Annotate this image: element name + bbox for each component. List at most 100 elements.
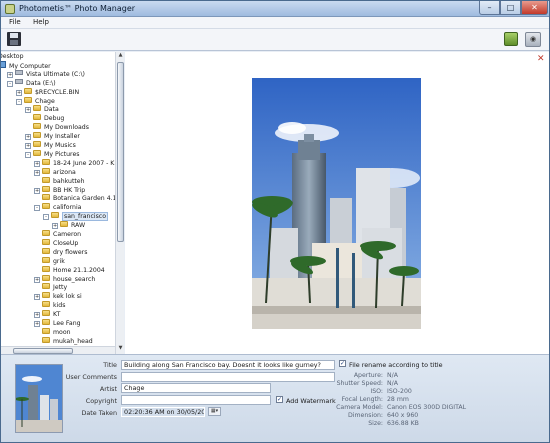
tree-item[interactable]: mukah_head xyxy=(34,336,93,346)
tree-horizontal-scrollbar[interactable] xyxy=(1,346,115,354)
size-value: 636.88 KB xyxy=(387,420,419,427)
tree-item[interactable]: kids xyxy=(34,301,65,310)
folder-tree[interactable]: DesktopMy Computer+Vista Ultimate (C:\)-… xyxy=(1,52,115,354)
maximize-button[interactable]: □ xyxy=(500,1,521,15)
artist-label: Artist xyxy=(99,385,117,393)
tree-item-label: dry flowers xyxy=(53,248,88,256)
close-button[interactable]: ✕ xyxy=(521,1,548,15)
folder-icon xyxy=(42,283,50,290)
tree-item[interactable]: - My Pictures xyxy=(25,149,79,159)
menu-file[interactable]: File xyxy=(9,18,21,26)
rename-checkbox[interactable]: ✓ xyxy=(339,360,346,367)
tree-item-label: moon xyxy=(53,328,71,336)
expand-icon[interactable]: + xyxy=(34,187,40,194)
artist-input[interactable]: Chage xyxy=(121,383,271,393)
date-taken-input[interactable]: 02:20:36 AM on 30/05/2005 xyxy=(121,407,205,417)
camera-model-value: Canon EOS 300D DIGITAL xyxy=(387,404,467,411)
tree-item[interactable]: + arizona xyxy=(34,167,76,177)
tree-item[interactable]: + Lee Fang xyxy=(34,319,81,328)
tree-item[interactable]: + $RECYCLE.BIN xyxy=(16,87,79,97)
tree-item[interactable]: + BB HK Trip xyxy=(34,185,85,195)
watermark-checkbox[interactable]: ✓ xyxy=(276,396,283,403)
tree-item[interactable]: - Data (E:\) xyxy=(7,78,56,88)
minimize-button[interactable]: – xyxy=(479,1,500,15)
tree-item[interactable]: + Vista Ultimate (C:\) xyxy=(7,69,85,79)
expand-icon[interactable]: + xyxy=(52,223,58,230)
drive-icon xyxy=(15,78,23,84)
tree-item[interactable]: - Chage xyxy=(16,96,55,106)
tree-item[interactable]: Desktop xyxy=(1,52,24,61)
collapse-icon[interactable]: - xyxy=(7,80,13,87)
scroll-thumb[interactable] xyxy=(117,62,124,242)
tree-item[interactable]: - san_francisco xyxy=(43,212,108,222)
tree-item[interactable]: bahkutteh xyxy=(34,176,85,186)
tree-item[interactable]: Debug xyxy=(25,114,64,123)
copyright-input[interactable] xyxy=(121,395,271,405)
save-icon[interactable] xyxy=(7,32,21,46)
aperture-value: N/A xyxy=(387,372,398,379)
tree-item[interactable]: +18-24 June 2007 - KK xyxy=(34,158,115,168)
expand-icon[interactable]: + xyxy=(34,169,40,176)
folder-icon xyxy=(42,256,50,263)
menu-help[interactable]: Help xyxy=(33,18,49,26)
folder-icon xyxy=(42,301,50,308)
camera-icon[interactable]: ◉ xyxy=(525,32,541,47)
tree-vertical-scrollbar[interactable]: ▲ ▼ xyxy=(115,52,124,354)
tree-item[interactable]: Botanica Garden 4.1.2 xyxy=(34,194,115,203)
expand-icon[interactable]: + xyxy=(25,134,31,141)
expand-icon[interactable]: + xyxy=(34,160,40,167)
aperture-label: Aperture: xyxy=(353,372,383,379)
tree-item[interactable]: dry flowers xyxy=(34,247,88,257)
collapse-icon[interactable]: - xyxy=(34,205,40,212)
collapse-icon[interactable]: - xyxy=(25,151,31,158)
folder-icon xyxy=(33,105,41,112)
tree-item[interactable]: Home 21.1.2004 xyxy=(34,265,105,275)
folder-icon xyxy=(33,114,41,121)
tree-item[interactable]: moon xyxy=(34,327,71,337)
tree-item[interactable]: + kek lok si xyxy=(34,292,82,301)
tree-item[interactable]: + Data xyxy=(25,105,59,114)
title-input[interactable]: Building along San Francisco bay. Doesnt… xyxy=(121,360,335,370)
expand-icon[interactable]: + xyxy=(34,294,40,301)
shutter-speed-label: Shutter Speed: xyxy=(336,380,383,387)
computer-icon xyxy=(1,60,6,68)
tree-item[interactable]: My Computer xyxy=(1,60,51,70)
expand-icon[interactable]: + xyxy=(25,107,31,114)
scroll-up-arrow-icon[interactable]: ▲ xyxy=(117,52,124,60)
tree-item[interactable]: CloseUp xyxy=(34,238,78,248)
menu-bar: File Help xyxy=(1,17,549,29)
expand-icon[interactable]: + xyxy=(34,321,40,327)
tree-item[interactable]: + house_search xyxy=(34,274,95,284)
tree-item-label: san_francisco xyxy=(62,212,108,222)
calendar-dropdown-icon[interactable]: ▦▾ xyxy=(208,407,221,416)
tree-item[interactable]: + KT xyxy=(34,310,60,319)
expand-icon[interactable]: + xyxy=(7,71,13,78)
expand-icon[interactable]: + xyxy=(34,276,40,283)
folder-icon xyxy=(33,123,41,130)
tree-item[interactable]: Cameron xyxy=(34,230,81,239)
tree-item-label: grik xyxy=(53,257,65,265)
tree-item[interactable]: My Downloads xyxy=(25,123,89,132)
expand-icon[interactable]: + xyxy=(25,143,31,149)
expand-icon[interactable]: + xyxy=(34,312,40,319)
folder-icon xyxy=(42,336,50,343)
tree-item-label: bahkutteh xyxy=(53,177,85,185)
date-taken-label: Date Taken xyxy=(81,409,117,417)
tree-item[interactable]: - california xyxy=(34,203,81,212)
tree-item[interactable]: + RAW xyxy=(52,221,85,230)
image-tool-icon[interactable] xyxy=(504,32,518,46)
expand-icon[interactable]: + xyxy=(16,89,22,96)
user-comments-label: User Comments xyxy=(65,373,117,381)
scroll-down-arrow-icon[interactable]: ▼ xyxy=(117,345,124,353)
tree-item-label: Home 21.1.2004 xyxy=(53,266,105,274)
tree-item[interactable]: Jetty xyxy=(34,283,67,292)
tree-item-label: My Musics xyxy=(44,142,76,149)
tree-item[interactable]: grik xyxy=(34,256,65,266)
tree-item[interactable]: + My Musics xyxy=(25,141,76,150)
user-comments-input[interactable] xyxy=(121,372,335,382)
collapse-icon[interactable]: - xyxy=(16,98,22,105)
tree-item[interactable]: + My Installer xyxy=(25,132,80,141)
folder-icon xyxy=(42,265,50,272)
close-viewer-icon[interactable]: ✕ xyxy=(537,54,545,64)
collapse-icon[interactable]: - xyxy=(43,214,49,221)
